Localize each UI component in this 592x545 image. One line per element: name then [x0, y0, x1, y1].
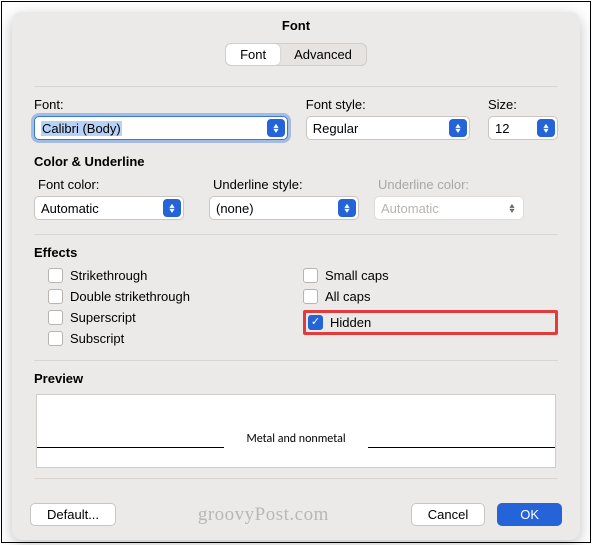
- default-button[interactable]: Default...: [30, 503, 116, 526]
- size-label: Size:: [488, 97, 558, 112]
- dropdown-icon: ▴▾: [338, 199, 356, 217]
- hidden-label: Hidden: [330, 315, 371, 330]
- divider: [34, 478, 558, 479]
- dropdown-icon: ▴▾: [163, 199, 181, 217]
- font-dialog: Font Font Advanced Font: Calibri (Body) …: [12, 12, 580, 540]
- double-strikethrough-checkbox[interactable]: Double strikethrough: [48, 289, 303, 304]
- font-color-combobox[interactable]: Automatic ▴▾: [34, 196, 184, 220]
- font-style-value: Regular: [313, 121, 359, 136]
- preview-text: Metal and nonmetal: [224, 432, 367, 446]
- subscript-label: Subscript: [70, 331, 124, 346]
- preview-heading: Preview: [34, 371, 558, 386]
- dropdown-icon: ▴▾: [537, 119, 555, 137]
- size-value: 12: [495, 121, 509, 136]
- double-strikethrough-label: Double strikethrough: [70, 289, 190, 304]
- tab-bar: Font Advanced: [12, 37, 580, 68]
- small-caps-checkbox[interactable]: Small caps: [303, 268, 558, 283]
- font-label: Font:: [34, 97, 288, 112]
- strikethrough-checkbox[interactable]: Strikethrough: [48, 268, 303, 283]
- strikethrough-label: Strikethrough: [70, 268, 147, 283]
- dropdown-icon: ▴▾: [449, 119, 467, 137]
- divider: [34, 86, 558, 87]
- font-color-label: Font color:: [34, 177, 209, 192]
- dialog-title: Font: [12, 12, 580, 37]
- effects-heading: Effects: [34, 245, 558, 260]
- underline-color-value: Automatic: [381, 201, 439, 216]
- dropdown-icon: ▴▾: [267, 119, 285, 137]
- hidden-highlight: ✓ Hidden: [303, 310, 558, 335]
- all-caps-label: All caps: [325, 289, 371, 304]
- underline-style-combobox[interactable]: (none) ▴▾: [209, 196, 359, 220]
- preview-line-right: [368, 447, 555, 448]
- superscript-label: Superscript: [70, 310, 136, 325]
- cancel-button[interactable]: Cancel: [411, 503, 485, 526]
- underline-style-label: Underline style:: [209, 177, 374, 192]
- color-underline-heading: Color & Underline: [34, 154, 558, 169]
- preview-line-left: [37, 447, 224, 448]
- subscript-checkbox[interactable]: Subscript: [48, 331, 303, 346]
- tab-advanced[interactable]: Advanced: [280, 44, 366, 65]
- font-style-label: Font style:: [306, 97, 470, 112]
- watermark-text: groovyPost.com: [128, 504, 399, 526]
- tab-font[interactable]: Font: [226, 44, 280, 65]
- preview-box: Metal and nonmetal: [36, 394, 556, 468]
- screenshot-frame: Font Font Advanced Font: Calibri (Body) …: [1, 1, 591, 543]
- font-value: Calibri (Body): [41, 121, 122, 136]
- hidden-checkbox[interactable]: ✓ Hidden: [308, 315, 371, 330]
- small-caps-label: Small caps: [325, 268, 389, 283]
- check-icon: ✓: [308, 315, 323, 330]
- ok-button[interactable]: OK: [497, 503, 562, 526]
- all-caps-checkbox[interactable]: All caps: [303, 289, 558, 304]
- divider: [34, 360, 558, 361]
- font-combobox[interactable]: Calibri (Body) ▴▾: [34, 116, 288, 140]
- font-color-value: Automatic: [41, 201, 99, 216]
- divider: [34, 234, 558, 235]
- underline-color-combobox: Automatic ▴▾: [374, 196, 524, 220]
- size-combobox[interactable]: 12 ▴▾: [488, 116, 558, 140]
- underline-style-value: (none): [216, 201, 254, 216]
- underline-color-label: Underline color:: [374, 177, 558, 192]
- font-style-combobox[interactable]: Regular ▴▾: [306, 116, 470, 140]
- superscript-checkbox[interactable]: Superscript: [48, 310, 303, 325]
- dropdown-icon: ▴▾: [503, 199, 521, 217]
